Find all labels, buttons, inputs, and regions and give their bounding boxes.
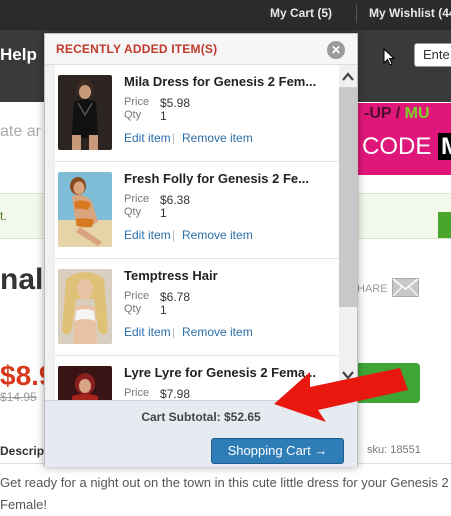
price-label: Price: [124, 96, 150, 108]
promo-code-text: CODE MI: [362, 133, 451, 161]
close-icon[interactable]: ✕: [327, 41, 345, 59]
link-separator: |: [172, 325, 176, 339]
red-arrow-icon: [272, 364, 422, 429]
notice-action-button[interactable]: [438, 212, 451, 238]
cart-item: Temptress Hair Price $6.78 Qty 1 Edit it…: [55, 259, 339, 356]
banner-left-text: ate ar: [0, 123, 41, 140]
cart-item: Fresh Folly for Genesis 2 Fe... Price $6…: [55, 162, 339, 259]
cart-item: Mila Dress for Genesis 2 Fem... Price $5…: [55, 65, 339, 162]
item-price: $6.78: [160, 290, 191, 304]
qty-label: Qty: [124, 206, 142, 218]
edit-item-link[interactable]: Edit item: [124, 228, 171, 242]
edit-item-link[interactable]: Edit item: [124, 325, 171, 339]
popup-title: RECENTLY ADDED ITEM(S): [56, 42, 218, 56]
qty-label: Qty: [124, 303, 142, 315]
price-label: Price: [124, 290, 150, 302]
mail-icon[interactable]: [392, 278, 419, 302]
topbar-separator: [356, 5, 357, 23]
item-qty: 1: [160, 109, 167, 123]
product-old-price: $14.95: [0, 390, 37, 404]
qty-label: Qty: [124, 109, 142, 121]
my-cart-link[interactable]: My Cart (5): [270, 6, 332, 20]
search-enter-button[interactable]: Ente: [414, 43, 451, 67]
edit-item-link[interactable]: Edit item: [124, 131, 171, 145]
share-label: HARE: [357, 283, 388, 295]
product-thumbnail[interactable]: [58, 75, 112, 150]
item-price: $7.98: [160, 387, 191, 400]
remove-item-link[interactable]: Remove item: [182, 131, 253, 145]
promo-top-text: -UP / MU: [364, 105, 430, 122]
product-description: Get ready for a night out on the town in…: [0, 475, 449, 512]
scroll-up-icon[interactable]: [339, 69, 357, 85]
items-scrollbar[interactable]: [339, 65, 357, 400]
mouse-cursor-icon: [383, 47, 396, 71]
scroll-thumb[interactable]: [339, 87, 357, 307]
my-wishlist-link[interactable]: My Wishlist (44 it: [369, 6, 451, 20]
item-name[interactable]: Fresh Folly for Genesis 2 Fe...: [124, 171, 309, 186]
price-label: Price: [124, 193, 150, 205]
item-name[interactable]: Mila Dress for Genesis 2 Fem...: [124, 74, 316, 89]
shopping-cart-button[interactable]: Shopping Cart →: [211, 438, 344, 464]
link-separator: |: [172, 228, 176, 242]
product-thumbnail[interactable]: [58, 172, 112, 247]
tab-description[interactable]: Descrip: [0, 444, 44, 458]
help-menu[interactable]: Help: [0, 45, 37, 65]
link-separator: |: [172, 131, 176, 145]
popup-header: RECENTLY ADDED ITEM(S) ✕: [45, 34, 357, 65]
item-qty: 1: [160, 206, 167, 220]
product-thumbnail[interactable]: [58, 366, 112, 400]
item-price: $5.98: [160, 96, 191, 110]
remove-item-link[interactable]: Remove item: [182, 228, 253, 242]
top-bar: My Cart (5) My Wishlist (44 it: [0, 0, 451, 30]
price-label: Price: [124, 387, 150, 399]
item-price: $6.38: [160, 193, 191, 207]
cart-items-list[interactable]: Mila Dress for Genesis 2 Fem... Price $5…: [55, 65, 339, 400]
notice-text: t.: [0, 209, 7, 223]
product-thumbnail[interactable]: [58, 269, 112, 344]
item-qty: 1: [160, 303, 167, 317]
remove-item-link[interactable]: Remove item: [182, 325, 253, 339]
promo-banner-right: -UP / MU CODE MI: [356, 103, 451, 175]
product-sku: sku: 18551: [367, 444, 421, 456]
item-name[interactable]: Temptress Hair: [124, 268, 218, 283]
